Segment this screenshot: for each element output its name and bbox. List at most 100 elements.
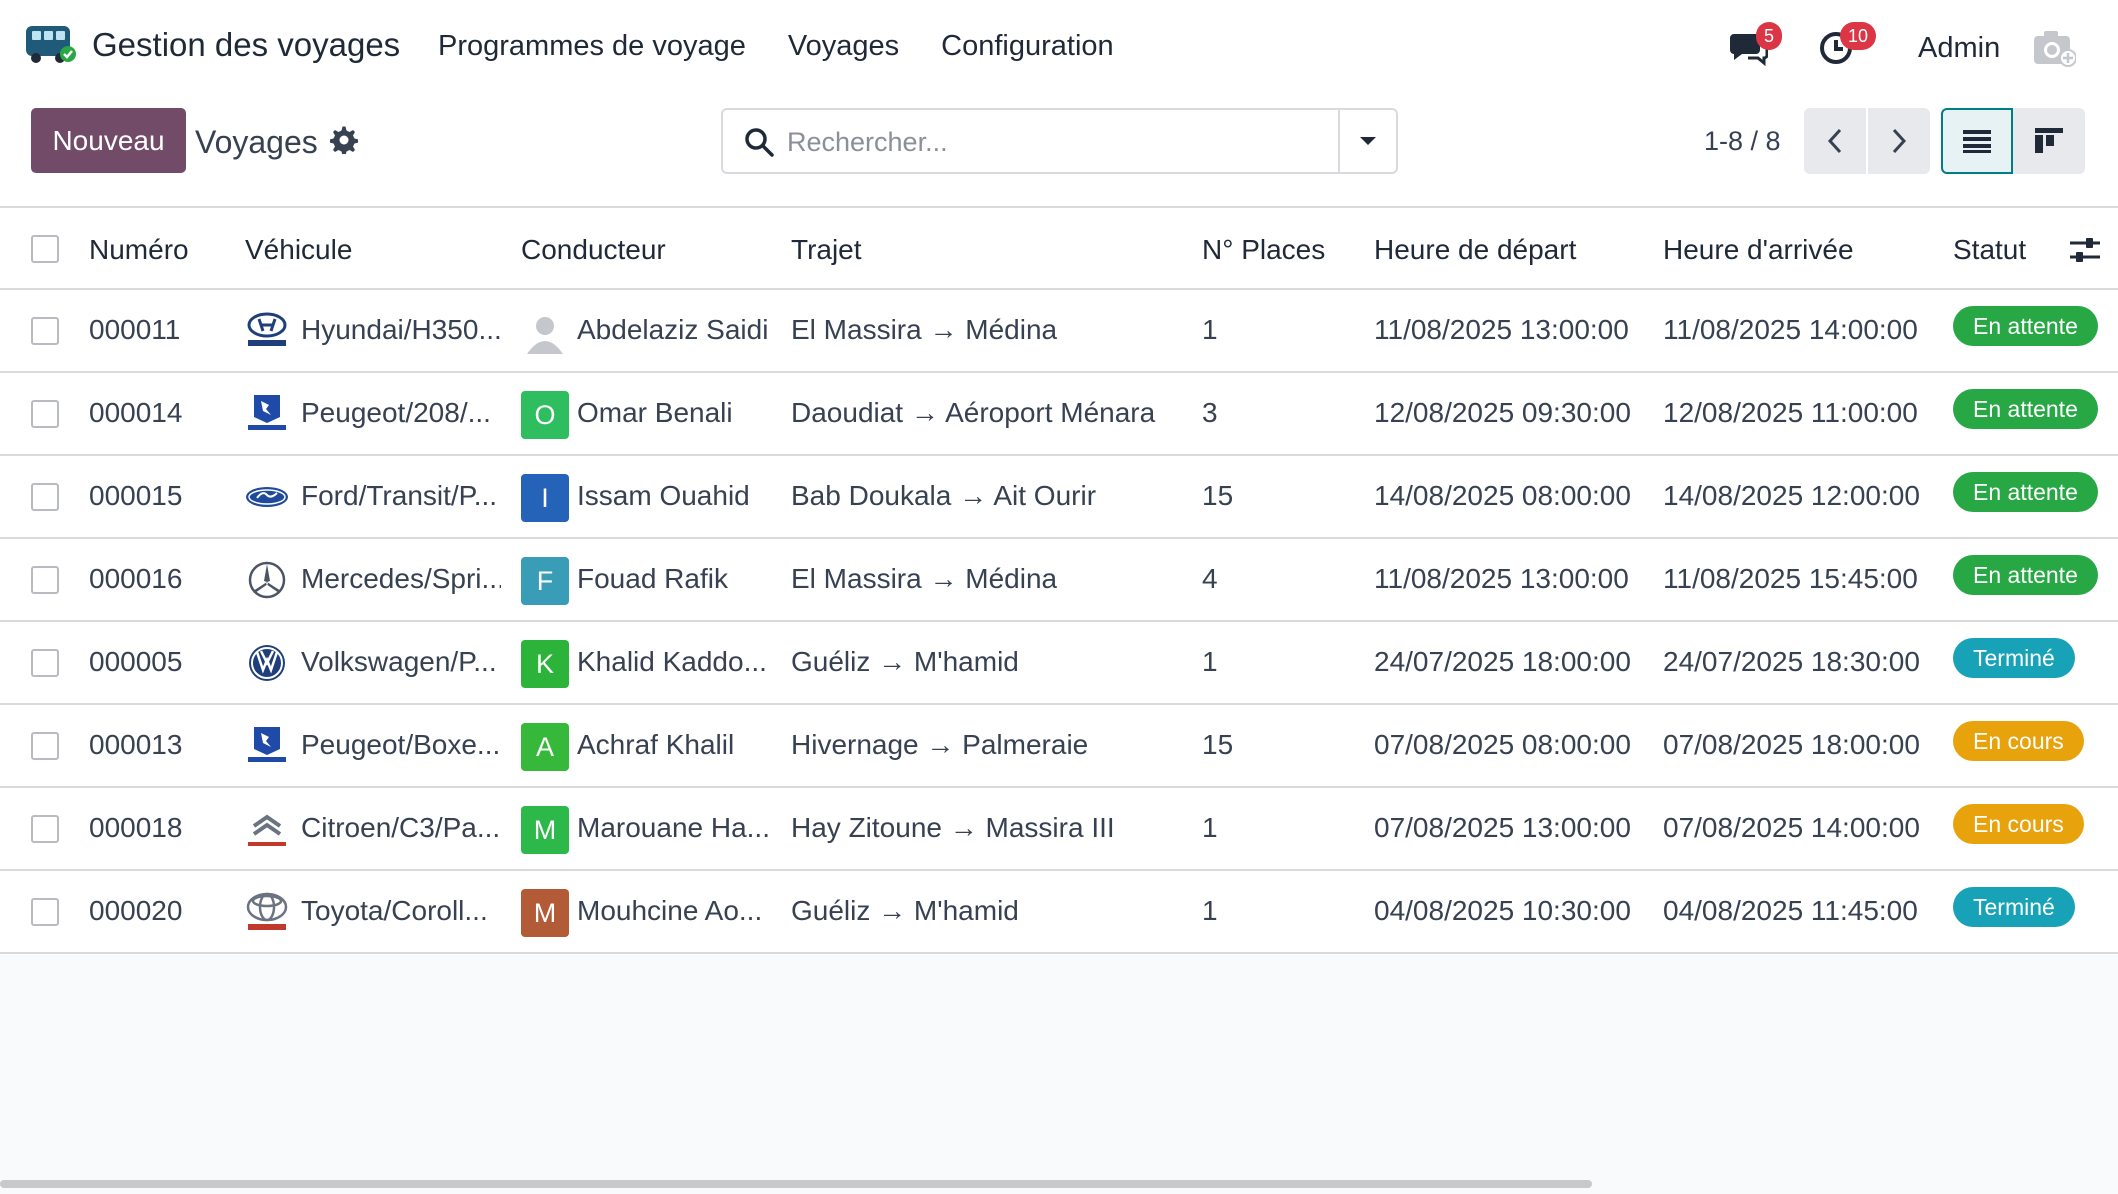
header-arrivee[interactable]: Heure d'arrivée <box>1663 234 1854 266</box>
page-title: Voyages <box>195 124 318 160</box>
table-row[interactable]: 000015 Ford/Transit/P... I Issam Ouahid Bab … <box>0 456 2118 539</box>
bus-app-icon[interactable] <box>24 20 78 68</box>
status-badge: Terminé <box>1953 887 2075 927</box>
cell-depart: 07/08/2025 13:00:00 <box>1374 812 1631 843</box>
horizontal-scrollbar[interactable] <box>0 1180 1592 1188</box>
user-name[interactable]: Admin <box>1918 32 2000 65</box>
table-row[interactable]: 000018 Citroen/C3/Pa... M Marouane Ha... Hay… <box>0 788 2118 871</box>
cell-depart: 11/08/2025 13:00:00 <box>1374 563 1629 594</box>
row-checkbox[interactable] <box>31 566 59 594</box>
search-options-toggle[interactable] <box>1338 110 1396 172</box>
cell-trajet: Bab Doukala → Ait Ourir <box>791 480 1097 511</box>
activities-count-badge: 10 <box>1840 22 1877 50</box>
cell-numero: 000011 <box>89 314 181 345</box>
cell-vehicule: Peugeot/Boxe... <box>301 729 501 760</box>
cell-trajet: Guéliz → M'hamid <box>791 895 1019 926</box>
volkswagen-logo-icon <box>249 645 285 681</box>
row-checkbox[interactable] <box>31 400 59 428</box>
citroen-logo-icon <box>248 814 286 846</box>
kanban-view-icon <box>2035 128 2063 153</box>
cell-arrivee: 07/08/2025 18:00:00 <box>1663 729 1920 760</box>
cell-conducteur: Marouane Ha... <box>577 812 770 843</box>
table-row[interactable]: 000013 Peugeot/Boxe... A Achraf Khalil Hiver… <box>0 705 2118 788</box>
status-badge: En attente <box>1953 555 2098 595</box>
row-checkbox[interactable] <box>31 898 59 926</box>
search-input[interactable] <box>787 120 1327 164</box>
cell-places: 1 <box>1202 895 1218 926</box>
cell-trajet: Daoudiat → Aéroport Ménara <box>791 397 1156 428</box>
user-avatar-icon[interactable] <box>2032 28 2076 68</box>
chevron-right-icon <box>1892 128 1907 154</box>
gear-icon[interactable] <box>330 126 358 154</box>
pager-previous-button[interactable] <box>1804 108 1866 174</box>
cell-conducteur: Issam Ouahid <box>577 480 750 511</box>
new-button[interactable]: Nouveau <box>31 108 186 173</box>
optional-columns-icon[interactable] <box>2068 234 2102 266</box>
driver-avatar: A <box>521 723 569 771</box>
cell-arrivee: 14/08/2025 12:00:00 <box>1663 480 1920 511</box>
mercedes-logo-icon <box>248 561 286 599</box>
table-row[interactable]: 000014 Peugeot/208/... O Omar Benali Daoudia… <box>0 373 2118 456</box>
cell-places: 1 <box>1202 646 1218 677</box>
driver-avatar: M <box>521 806 569 854</box>
peugeot-logo-icon <box>248 727 286 762</box>
header-statut[interactable]: Statut <box>1953 234 2026 266</box>
row-checkbox[interactable] <box>31 317 59 345</box>
status-badge: En attente <box>1953 389 2098 429</box>
header-depart[interactable]: Heure de départ <box>1374 234 1576 266</box>
cell-places: 1 <box>1202 314 1218 345</box>
cell-numero: 000014 <box>89 397 183 428</box>
table-row[interactable]: 000011 Hyundai/H350... Abdelaziz Saidi El M… <box>0 290 2118 373</box>
table-row[interactable]: 000016 Mercedes/Spri... F Fouad Rafik El Mas… <box>0 539 2118 622</box>
row-checkbox[interactable] <box>31 649 59 677</box>
driver-avatar: O <box>521 391 569 439</box>
select-all-checkbox[interactable] <box>31 235 59 263</box>
cell-places: 4 <box>1202 563 1218 594</box>
cell-vehicule: Volkswagen/P... <box>301 646 497 677</box>
cell-trajet: El Massira → Médina <box>791 563 1058 594</box>
search-icon <box>745 128 774 157</box>
row-checkbox[interactable] <box>31 732 59 760</box>
cell-vehicule: Ford/Transit/P... <box>301 480 498 511</box>
cell-numero: 000005 <box>89 646 183 677</box>
cell-places: 15 <box>1202 480 1234 511</box>
cell-conducteur: Omar Benali <box>577 397 733 428</box>
cell-depart: 14/08/2025 08:00:00 <box>1374 480 1631 511</box>
cell-arrivee: 07/08/2025 14:00:00 <box>1663 812 1920 843</box>
pager-next-button[interactable] <box>1868 108 1930 174</box>
header-trajet[interactable]: Trajet <box>791 234 862 266</box>
header-conducteur[interactable]: Conducteur <box>521 234 666 266</box>
row-checkbox[interactable] <box>31 483 59 511</box>
list-view-button[interactable] <box>1941 108 2013 174</box>
cell-depart: 07/08/2025 08:00:00 <box>1374 729 1631 760</box>
menu-voyages[interactable]: Voyages <box>788 30 899 63</box>
messages-count-badge: 5 <box>1756 22 1783 50</box>
pager-value[interactable]: 1-8 / 8 <box>1704 126 1781 157</box>
cell-depart: 04/08/2025 10:30:00 <box>1374 895 1631 926</box>
status-badge: En attente <box>1953 306 2098 346</box>
search-box <box>721 108 1398 174</box>
cell-conducteur: Abdelaziz Saidi <box>577 314 769 345</box>
toyota-logo-icon <box>246 892 288 930</box>
row-checkbox[interactable] <box>31 815 59 843</box>
caret-down-icon <box>1360 137 1376 145</box>
kanban-view-button[interactable] <box>2013 108 2085 174</box>
table-row[interactable]: 000020 Toyota/Coroll... M Mouhcine Ao... Gué… <box>0 871 2118 954</box>
status-badge: En cours <box>1953 804 2084 844</box>
list-view-icon <box>1963 130 1991 153</box>
driver-avatar: I <box>521 474 569 522</box>
cell-conducteur: Fouad Rafik <box>577 563 728 594</box>
menu-programmes[interactable]: Programmes de voyage <box>438 30 746 63</box>
header-places[interactable]: N° Places <box>1202 234 1325 266</box>
cell-vehicule: Citroen/C3/Pa... <box>301 812 501 843</box>
menu-configuration[interactable]: Configuration <box>941 30 1114 63</box>
app-name[interactable]: Gestion des voyages <box>92 26 400 64</box>
cell-vehicule: Peugeot/208/... <box>301 397 491 428</box>
cell-numero: 000016 <box>89 563 183 594</box>
cell-trajet: El Massira → Médina <box>791 314 1058 345</box>
status-badge: En cours <box>1953 721 2084 761</box>
list-empty-area <box>0 955 2118 1194</box>
header-vehicule[interactable]: Véhicule <box>245 234 352 266</box>
table-row[interactable]: 000005 Volkswagen/P... K Khalid Kaddo... Gué… <box>0 622 2118 705</box>
header-numero[interactable]: Numéro <box>89 234 189 266</box>
